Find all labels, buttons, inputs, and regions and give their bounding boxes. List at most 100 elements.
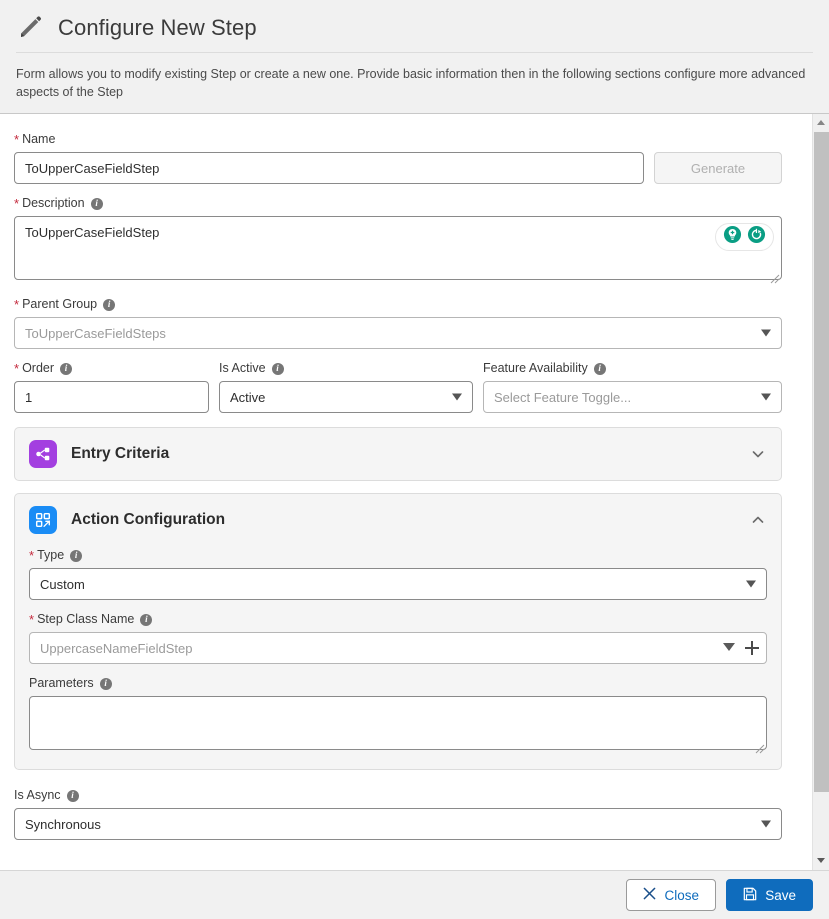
triangle-down-icon	[817, 858, 825, 864]
parameters-textarea[interactable]	[29, 696, 767, 751]
field-type-label: * Type i	[29, 548, 767, 563]
info-icon[interactable]: i	[593, 362, 606, 375]
field-parent-group: * Parent Group i ToUpperCaseFieldSteps	[14, 297, 782, 350]
step-class-name-actions	[723, 632, 759, 664]
field-feature-availability-label: Feature Availability i	[483, 361, 782, 376]
is-active-value: Active	[230, 389, 266, 405]
required-marker: *	[29, 548, 35, 564]
label-text: Feature Availability	[483, 361, 588, 376]
ai-assist-pill	[715, 223, 774, 252]
section-entry-criteria-header[interactable]: Entry Criteria	[15, 428, 781, 480]
section-entry-criteria-title: Entry Criteria	[71, 445, 170, 463]
info-icon[interactable]: i	[99, 677, 112, 690]
chevron-down-icon[interactable]	[723, 639, 735, 657]
configure-new-step-dialog: Configure New Step Form allows you to mo…	[0, 0, 829, 919]
name-row: ToUpperCaseFieldStep Generate	[14, 152, 782, 185]
field-parameters: Parameters i	[29, 676, 767, 755]
save-button-label: Save	[765, 887, 796, 903]
field-step-class-name: * Step Class Name i UppercaseNameFieldSt…	[29, 612, 767, 665]
parameters-wrapper	[29, 696, 767, 755]
field-parameters-label: Parameters i	[29, 676, 767, 691]
description-wrapper	[14, 216, 782, 285]
is-async-value: Synchronous	[25, 816, 101, 832]
action-grid-icon	[29, 506, 57, 535]
field-parent-group-label: * Parent Group i	[14, 297, 782, 312]
step-class-name-input[interactable]: UppercaseNameFieldStep	[29, 632, 767, 665]
generate-button[interactable]: Generate	[654, 152, 782, 185]
is-active-select[interactable]: Active	[219, 381, 473, 414]
required-marker: *	[14, 196, 20, 212]
parent-group-select[interactable]: ToUpperCaseFieldSteps	[14, 317, 782, 350]
chevron-up-icon[interactable]	[747, 509, 769, 531]
order-active-feature-row: * Order i 1 Is Active i Active Feature A…	[14, 361, 782, 414]
info-icon[interactable]: i	[140, 613, 153, 626]
chevron-down-icon	[761, 820, 771, 828]
field-type: * Type i Custom	[29, 548, 767, 601]
plus-icon[interactable]	[745, 641, 759, 656]
scroll-down-arrow[interactable]	[813, 852, 829, 869]
page-header: Configure New Step Form allows you to mo…	[0, 0, 829, 114]
section-action-configuration: Action Configuration * Type i Custom * S…	[14, 493, 782, 771]
chevron-down-icon[interactable]	[747, 443, 769, 465]
section-action-configuration-header[interactable]: Action Configuration	[15, 494, 781, 546]
is-async-select[interactable]: Synchronous	[14, 808, 782, 841]
required-marker: *	[14, 132, 20, 148]
required-marker: *	[14, 361, 20, 377]
label-text: Type	[37, 548, 65, 563]
field-feature-availability: Feature Availability i Select Feature To…	[483, 361, 782, 414]
field-name: * Name ToUpperCaseFieldStep Generate	[14, 132, 782, 185]
section-entry-criteria: Entry Criteria	[14, 427, 782, 482]
parent-group-value: ToUpperCaseFieldSteps	[25, 325, 166, 341]
label-text: Parameters	[29, 676, 94, 691]
info-icon[interactable]: i	[103, 298, 116, 311]
info-icon[interactable]: i	[90, 197, 103, 210]
order-input[interactable]: 1	[14, 381, 209, 414]
feature-availability-value: Select Feature Toggle...	[494, 389, 632, 405]
nodes-icon	[29, 440, 57, 469]
section-action-configuration-body: * Type i Custom * Step Class Name i Uppe…	[15, 546, 781, 769]
label-text: Step Class Name	[37, 612, 135, 627]
feature-availability-select[interactable]: Select Feature Toggle...	[483, 381, 782, 414]
description-textarea[interactable]	[14, 216, 782, 281]
field-is-async-label: Is Async i	[14, 788, 782, 803]
info-icon[interactable]: i	[66, 789, 79, 802]
dialog-footer: Close Save	[0, 870, 829, 919]
label-text: Name	[22, 132, 56, 147]
field-name-label: * Name	[14, 132, 782, 147]
close-x-icon	[643, 887, 656, 903]
save-floppy-icon	[743, 887, 757, 904]
step-class-name-wrapper: UppercaseNameFieldStep	[29, 632, 767, 665]
label-text: Description	[22, 196, 85, 211]
page-title: Configure New Step	[58, 15, 257, 40]
vertical-scrollbar[interactable]	[812, 114, 829, 870]
page-subtitle: Form allows you to modify existing Step …	[16, 67, 806, 100]
triangle-up-icon	[817, 120, 825, 126]
scroll-thumb[interactable]	[814, 132, 829, 793]
label-text: Order	[22, 361, 55, 376]
label-text: Is Async	[14, 788, 61, 803]
lightbulb-icon[interactable]	[723, 225, 742, 249]
info-icon[interactable]: i	[271, 362, 284, 375]
close-button-label: Close	[664, 887, 699, 903]
chevron-down-icon	[761, 393, 771, 401]
section-action-configuration-title: Action Configuration	[71, 511, 226, 529]
save-button[interactable]: Save	[726, 879, 813, 911]
required-marker: *	[29, 612, 35, 628]
title-row: Configure New Step	[16, 14, 813, 52]
field-description: * Description i	[14, 196, 782, 285]
regenerate-icon[interactable]	[747, 225, 766, 249]
field-is-active-label: Is Active i	[219, 361, 473, 376]
close-button[interactable]: Close	[626, 879, 717, 911]
type-select[interactable]: Custom	[29, 568, 767, 601]
info-icon[interactable]: i	[60, 362, 73, 375]
info-icon[interactable]: i	[70, 549, 83, 562]
type-value: Custom	[40, 576, 85, 592]
field-is-async: Is Async i Synchronous	[14, 788, 782, 841]
label-text: Is Active	[219, 361, 266, 376]
chevron-down-icon	[746, 580, 756, 588]
name-input[interactable]: ToUpperCaseFieldStep	[14, 152, 644, 185]
pencil-icon	[16, 14, 44, 42]
label-text: Parent Group	[22, 297, 98, 312]
field-is-active: Is Active i Active	[219, 361, 473, 414]
scroll-up-arrow[interactable]	[813, 114, 829, 131]
